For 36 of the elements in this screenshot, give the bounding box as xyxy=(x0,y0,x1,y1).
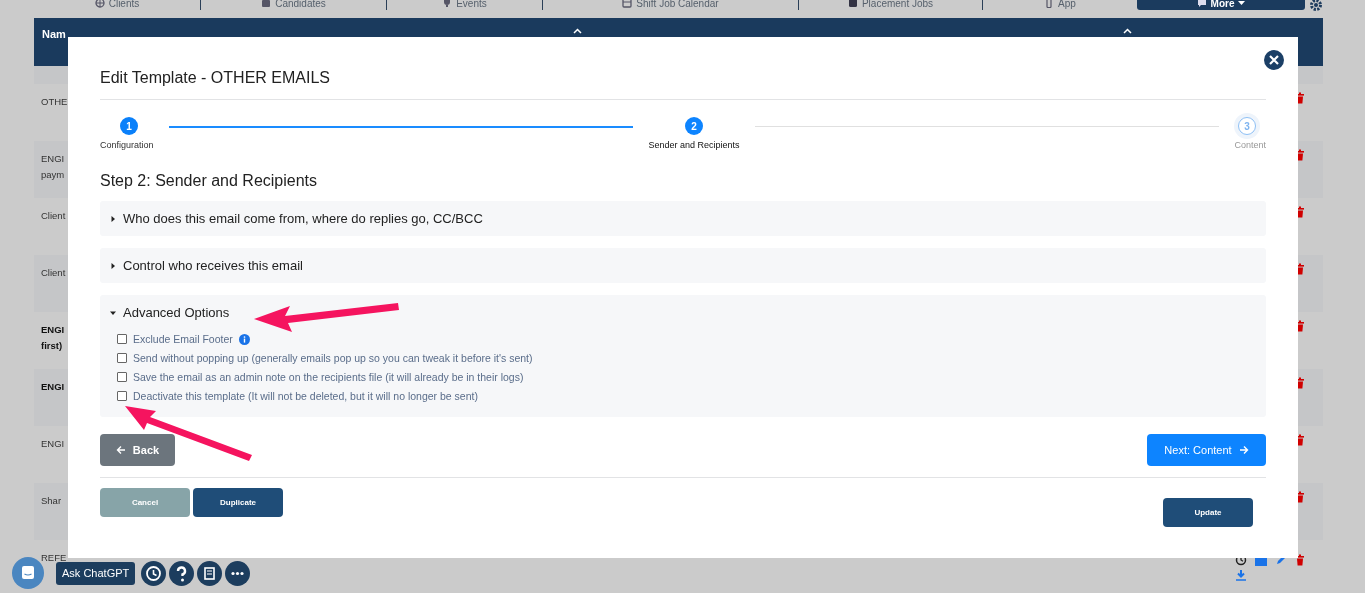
accordion-title[interactable]: Who does this email come from, where do replies go, CC/BCC xyxy=(123,211,483,226)
option-label[interactable]: Save the email as an admin note on the recipients file (it will already be in their logs) xyxy=(133,371,524,383)
template-name: ENGI xyxy=(41,380,65,394)
template-name: ENGI paym xyxy=(41,152,65,182)
template-name: ENGI xyxy=(41,437,65,451)
accordion-title[interactable]: Control who receives this email xyxy=(123,258,303,273)
update-button[interactable]: Update xyxy=(1163,498,1253,527)
duplicate-button[interactable]: Duplicate xyxy=(193,488,283,517)
ask-chatgpt-button[interactable]: Ask ChatGPT xyxy=(56,561,136,585)
column-header[interactable]: Nam xyxy=(42,28,66,40)
nav-tab[interactable]: Candidates xyxy=(201,0,387,10)
template-name: Client xyxy=(41,266,66,280)
option-label[interactable]: Send without popping up (generally emails pop up so you can tweak it before it's sent) xyxy=(133,352,533,364)
back-button[interactable]: Back xyxy=(100,434,175,466)
nav-tab[interactable]: More xyxy=(1137,0,1305,10)
step-number[interactable]: 2 xyxy=(685,117,703,135)
nav-tab[interactable]: Events xyxy=(387,0,543,10)
nav-tab[interactable]: Shift Job Calendar xyxy=(543,0,799,10)
option-label[interactable]: Exclude Email Footer xyxy=(133,333,233,345)
next-button[interactable]: Next: Content xyxy=(1147,434,1266,466)
step-heading: Step 2: Sender and Recipients xyxy=(100,172,319,190)
nav-tab[interactable]: Placement Jobs xyxy=(799,0,983,10)
cancel-button[interactable]: Cancel xyxy=(100,488,190,517)
template-name: Client xyxy=(41,209,66,223)
template-name: ENGI first) xyxy=(41,323,65,353)
nav-tab[interactable]: Clients xyxy=(34,0,201,10)
step-label: Configuration xyxy=(100,140,154,150)
step-label: Sender and Recipients xyxy=(648,140,740,150)
template-name: Shar xyxy=(41,494,62,508)
dialog-title: Edit Template - OTHER EMAILS xyxy=(100,69,331,87)
template-name: OTHE xyxy=(41,95,68,109)
step-label: Content xyxy=(1234,140,1266,150)
step-number[interactable]: 1 xyxy=(120,117,138,135)
accordion-title[interactable]: Advanced Options xyxy=(123,305,230,320)
option-label[interactable]: Deactivate this template (It will not be deleted, but it will no longer be sent) xyxy=(133,390,478,402)
nav-tab[interactable]: App xyxy=(983,0,1137,10)
